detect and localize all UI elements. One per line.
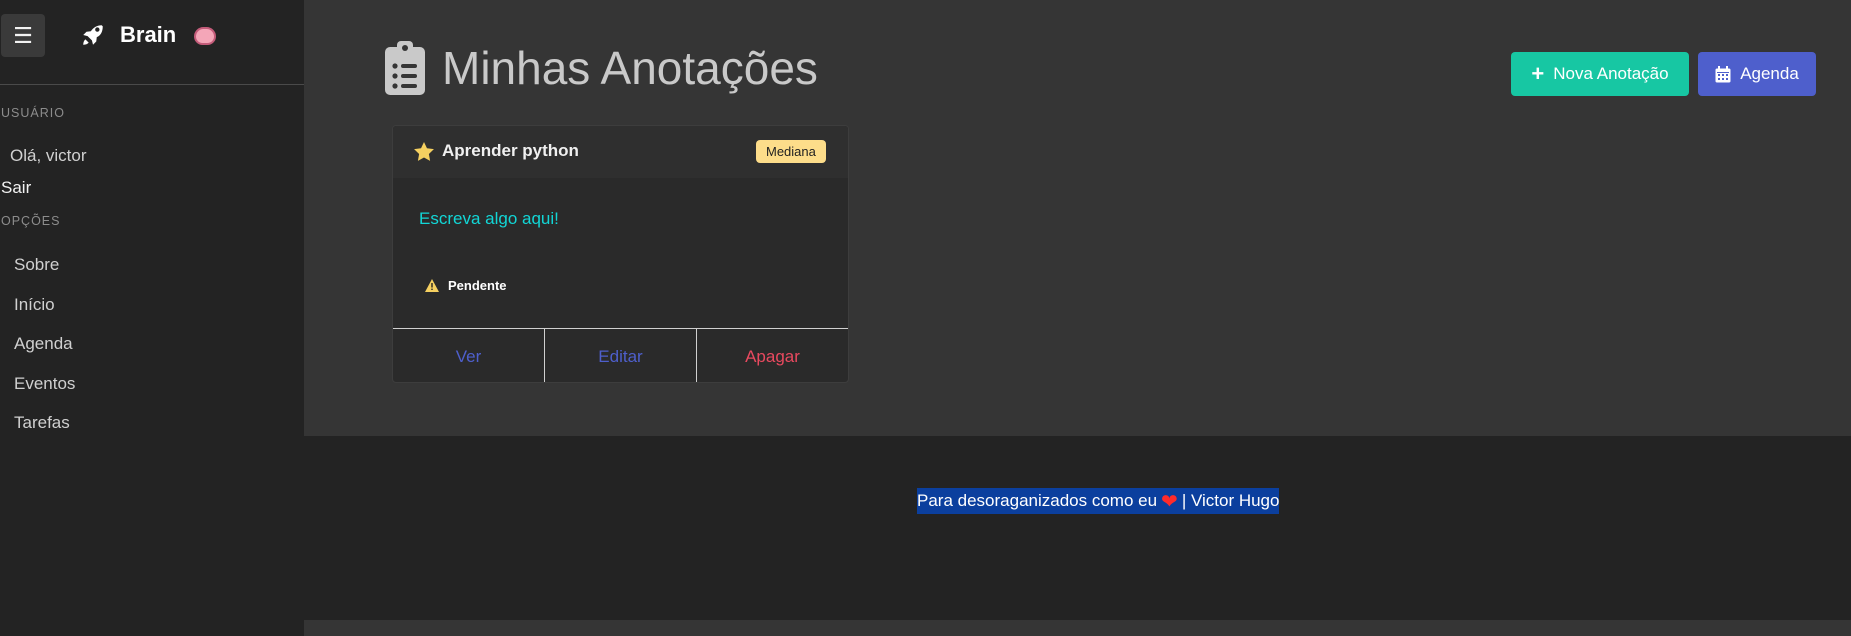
view-note-button[interactable]: Ver xyxy=(393,329,545,382)
footer-text-before: Para desoraganizados como eu xyxy=(917,491,1158,510)
agenda-button[interactable]: Agenda xyxy=(1698,52,1816,96)
priority-badge: Mediana xyxy=(756,140,826,163)
note-card-header: Aprender python Mediana xyxy=(393,126,848,178)
hamburger-icon: ☰ xyxy=(13,22,33,48)
page-title: Minhas Anotações xyxy=(442,42,818,94)
heart-icon: ❤ xyxy=(1161,490,1178,513)
brand-name: Brain xyxy=(120,22,177,47)
sidebar-item-inicio[interactable]: Início xyxy=(14,295,55,315)
user-greeting: Olá, victor xyxy=(10,146,87,165)
hamburger-menu-button[interactable]: ☰ xyxy=(1,14,45,57)
page-heading: Minhas Anotações xyxy=(384,40,818,96)
note-title: Aprender python xyxy=(442,141,579,160)
clipboard-list-icon xyxy=(385,41,425,95)
note-body: Escreva algo aqui! xyxy=(419,209,559,228)
app-root: ☰ Brain USUÁRIO Olá, victor Sair OPÇÕES … xyxy=(0,0,1851,636)
options-section-label: OPÇÕES xyxy=(1,214,61,228)
sidebar-item-sobre[interactable]: Sobre xyxy=(14,255,59,275)
footer-text-after: | Victor Hugo xyxy=(1181,491,1280,510)
bottom-strip xyxy=(304,620,1851,636)
logout-link[interactable]: Sair xyxy=(1,178,31,198)
sidebar-item-eventos[interactable]: Eventos xyxy=(14,374,75,394)
sidebar: ☰ Brain USUÁRIO Olá, victor Sair OPÇÕES … xyxy=(0,0,304,636)
main-content: Minhas Anotações + Nova Anotação Agenda xyxy=(304,0,1851,436)
plus-icon: + xyxy=(1531,61,1545,86)
calendar-icon xyxy=(1715,65,1731,82)
delete-note-button[interactable]: Apagar xyxy=(697,329,848,382)
brand[interactable]: Brain xyxy=(80,22,217,48)
edit-note-button[interactable]: Editar xyxy=(545,329,697,382)
star-icon xyxy=(414,141,434,161)
rocket-icon xyxy=(83,25,103,45)
sidebar-item-agenda[interactable]: Agenda xyxy=(14,334,73,354)
note-card: Aprender python Mediana Escreva algo aqu… xyxy=(392,125,849,383)
note-title-wrap: Aprender python xyxy=(414,141,579,161)
brain-icon xyxy=(194,27,217,45)
sidebar-header: ☰ Brain xyxy=(0,0,304,85)
status-indicator: Pendente xyxy=(425,278,507,293)
footer-credit: Para desoraganizados como eu ❤ | Victor … xyxy=(917,488,1280,514)
status-text: Pendente xyxy=(448,278,507,293)
sidebar-item-tarefas[interactable]: Tarefas xyxy=(14,413,70,433)
new-note-button[interactable]: + Nova Anotação xyxy=(1511,52,1689,96)
note-card-actions: Ver Editar Apagar xyxy=(393,328,848,382)
warning-icon xyxy=(425,279,439,292)
page-footer: Para desoraganizados como eu ❤ | Victor … xyxy=(304,436,1851,620)
user-section-label: USUÁRIO xyxy=(1,106,65,120)
new-note-label: Nova Anotação xyxy=(1553,64,1669,83)
agenda-label: Agenda xyxy=(1740,64,1799,83)
